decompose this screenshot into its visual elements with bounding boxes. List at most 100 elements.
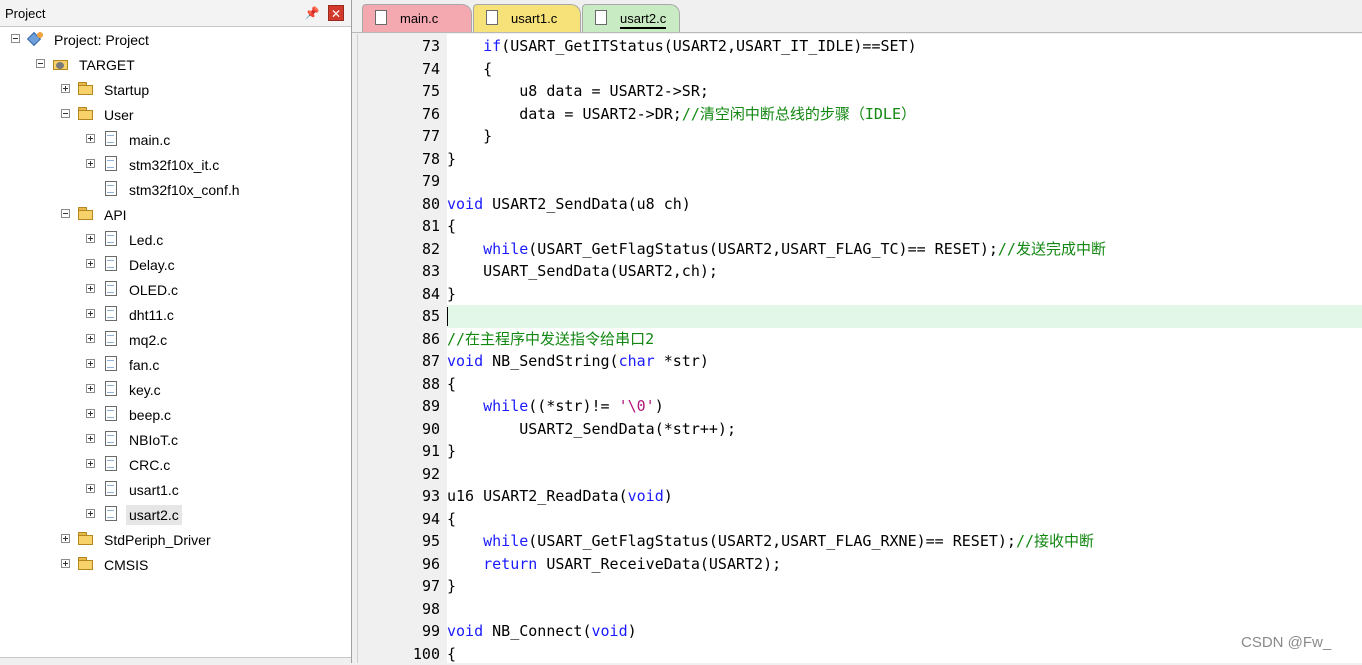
file-icon [102, 281, 120, 297]
tree-item[interactable]: CRC.c [0, 454, 351, 476]
code-line[interactable]: 87void NB_SendString(char *str) [352, 350, 1362, 373]
code-line[interactable]: 96 return USART_ReceiveData(USART2); [352, 553, 1362, 576]
code-line[interactable]: 86//在主程序中发送指令给串口2 [352, 328, 1362, 351]
code-line[interactable]: 76 data = USART2->DR;//清空闲中断总线的步骤（IDLE） [352, 103, 1362, 126]
editor-tab[interactable]: usart2.c [582, 4, 680, 32]
code-line[interactable]: 79 [352, 170, 1362, 193]
tree-item[interactable]: Project: Project [0, 29, 351, 51]
tree-item[interactable]: Startup [0, 79, 351, 101]
collapse-icon[interactable] [36, 59, 45, 68]
code-token: { [447, 217, 456, 235]
expand-icon[interactable] [86, 484, 95, 493]
expand-icon[interactable] [86, 234, 95, 243]
code-line[interactable]: 94{ [352, 508, 1362, 531]
panel-bottom-scrollbar[interactable] [0, 657, 351, 663]
expand-icon[interactable] [86, 309, 95, 318]
editor-tab[interactable]: main.c [362, 4, 472, 32]
collapse-icon[interactable] [61, 209, 70, 218]
tree-item[interactable]: dht11.c [0, 304, 351, 326]
expand-icon[interactable] [61, 84, 70, 93]
tree-item[interactable]: User [0, 104, 351, 126]
tree-item[interactable]: Led.c [0, 229, 351, 251]
expand-icon[interactable] [86, 259, 95, 268]
code-line[interactable]: 75 u8 data = USART2->SR; [352, 80, 1362, 103]
code-token: *str) [655, 352, 709, 370]
tree-item[interactable]: stm32f10x_conf.h [0, 179, 351, 201]
code-line[interactable]: 90 USART2_SendData(*str++); [352, 418, 1362, 441]
expand-icon[interactable] [61, 559, 70, 568]
tree-item[interactable]: key.c [0, 379, 351, 401]
tree-item[interactable]: stm32f10x_it.c [0, 154, 351, 176]
editor-tab-label: main.c [400, 11, 438, 26]
code-token: } [447, 285, 456, 303]
target-icon [52, 56, 70, 72]
tree-item[interactable]: usart2.c [0, 504, 351, 526]
code-line[interactable]: 78} [352, 148, 1362, 171]
code-token [447, 397, 483, 415]
code-text: } [447, 148, 456, 170]
expand-icon[interactable] [86, 159, 95, 168]
code-token [447, 532, 483, 550]
code-line[interactable]: 88{ [352, 373, 1362, 396]
editor-tab-bar: main.c usart1.cusart2.c [352, 0, 1362, 33]
tree-item[interactable]: usart1.c [0, 479, 351, 501]
code-line[interactable]: 81{ [352, 215, 1362, 238]
code-line[interactable]: 73 if(USART_GetITStatus(USART2,USART_IT_… [352, 35, 1362, 58]
expand-icon[interactable] [86, 409, 95, 418]
code-line[interactable]: 98 [352, 598, 1362, 621]
project-panel-header: Project 📌 ✕ [0, 0, 351, 27]
tree-item[interactable]: beep.c [0, 404, 351, 426]
tree-item[interactable]: OLED.c [0, 279, 351, 301]
tree-item[interactable]: mq2.c [0, 329, 351, 351]
expand-icon[interactable] [86, 134, 95, 143]
file-icon [102, 306, 120, 322]
code-text: USART_SendData(USART2,ch); [447, 260, 718, 282]
expand-icon[interactable] [86, 509, 95, 518]
close-icon[interactable]: ✕ [328, 5, 344, 21]
tree-item-label: NBIoT.c [126, 430, 181, 450]
code-line[interactable]: 80void USART2_SendData(u8 ch) [352, 193, 1362, 216]
tree-item[interactable]: CMSIS [0, 554, 351, 576]
expand-icon[interactable] [61, 534, 70, 543]
tree-item[interactable]: NBIoT.c [0, 429, 351, 451]
file-icon [102, 506, 120, 522]
tree-item[interactable]: Delay.c [0, 254, 351, 276]
collapse-icon[interactable] [61, 109, 70, 118]
expand-icon[interactable] [86, 284, 95, 293]
code-line[interactable]: 100{ [352, 643, 1362, 665]
expand-icon[interactable] [86, 459, 95, 468]
code-line[interactable]: 82 while(USART_GetFlagStatus(USART2,USAR… [352, 238, 1362, 261]
tree-item[interactable]: main.c [0, 129, 351, 151]
line-number: 99 [352, 620, 440, 642]
line-number: 76 [352, 103, 440, 125]
folder-icon [77, 206, 95, 222]
expand-icon[interactable] [86, 359, 95, 368]
tree-item[interactable]: TARGET [0, 54, 351, 76]
code-line[interactable]: 77 } [352, 125, 1362, 148]
code-line[interactable]: 95 while(USART_GetFlagStatus(USART2,USAR… [352, 530, 1362, 553]
tree-item[interactable]: API [0, 204, 351, 226]
code-line[interactable]: 83 USART_SendData(USART2,ch); [352, 260, 1362, 283]
code-line[interactable]: 93u16 USART2_ReadData(void) [352, 485, 1362, 508]
code-line[interactable]: 85 [447, 305, 1362, 328]
expand-icon[interactable] [86, 334, 95, 343]
file-icon [102, 406, 120, 422]
collapse-icon[interactable] [11, 34, 20, 43]
expand-icon[interactable] [86, 384, 95, 393]
tree-item[interactable]: StdPeriph_Driver [0, 529, 351, 551]
file-icon [102, 456, 120, 472]
expand-icon[interactable] [86, 434, 95, 443]
code-line[interactable]: 97} [352, 575, 1362, 598]
code-token: NB_SendString( [483, 352, 618, 370]
editor-tab[interactable]: usart1.c [473, 4, 581, 32]
code-line[interactable]: 74 { [352, 58, 1362, 81]
pin-icon[interactable]: 📌 [304, 5, 320, 21]
code-line[interactable]: 89 while((*str)!= '\0') [352, 395, 1362, 418]
tree-item-label: mq2.c [126, 330, 170, 350]
code-text: u16 USART2_ReadData(void) [447, 485, 673, 507]
tree-item[interactable]: fan.c [0, 354, 351, 376]
code-line[interactable]: 92 [352, 463, 1362, 486]
code-line[interactable]: 91} [352, 440, 1362, 463]
code-line[interactable]: 99void NB_Connect(void) [352, 620, 1362, 643]
code-line[interactable]: 84} [352, 283, 1362, 306]
